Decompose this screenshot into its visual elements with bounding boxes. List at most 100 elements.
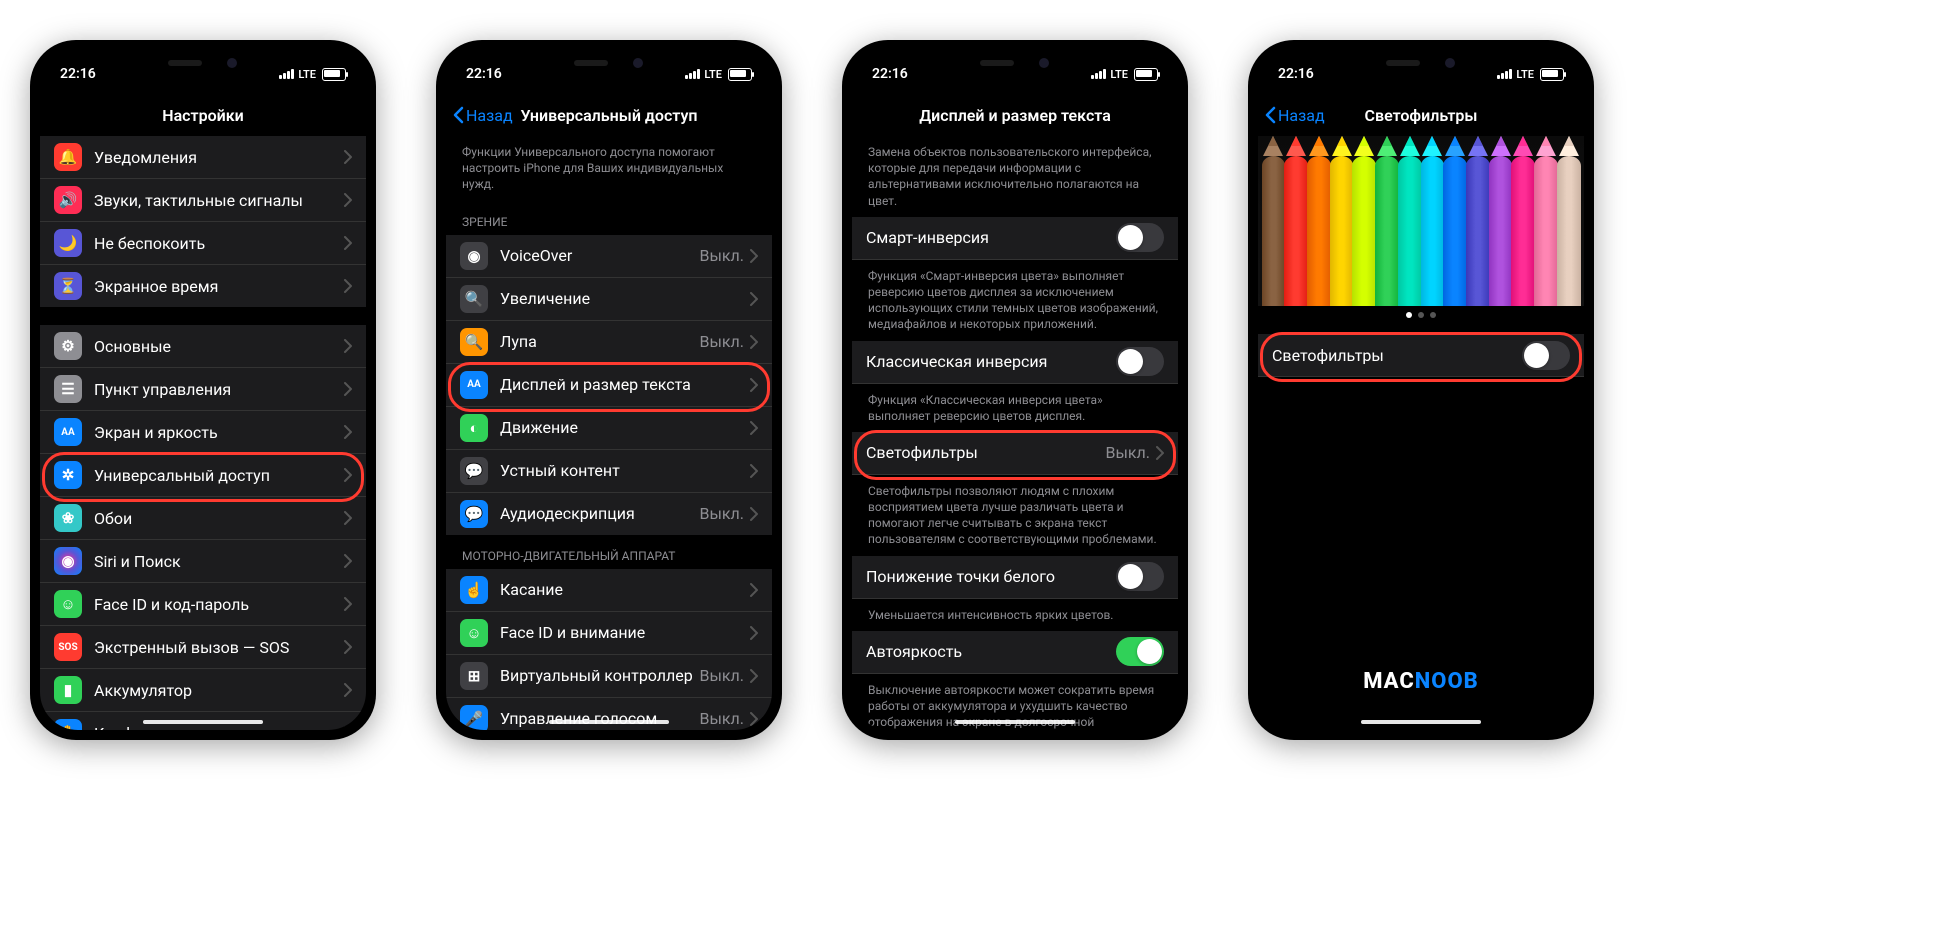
back-button[interactable]: Назад xyxy=(452,106,513,125)
notch xyxy=(935,50,1095,76)
row-label: Face ID и внимание xyxy=(500,623,750,642)
footer-text: Функция «Смарт-инверсия цвета» выполняет… xyxy=(852,260,1178,341)
row-icon: ◉ xyxy=(460,242,488,270)
row-icon: ⏳ xyxy=(54,272,82,300)
row-label: Основные xyxy=(94,337,344,356)
toggle-smart-inversion[interactable] xyxy=(1116,223,1164,252)
toggle-classic-inversion[interactable] xyxy=(1116,347,1164,376)
row-label: Устный контент xyxy=(500,461,750,480)
settings-row[interactable]: ⏳Экранное время xyxy=(40,265,366,307)
row-label: Касание xyxy=(500,580,750,599)
row-color-filters[interactable]: Светофильтры Выкл. xyxy=(852,432,1178,475)
nav-bar: Настройки xyxy=(40,94,366,136)
settings-row[interactable]: ☰Пункт управления xyxy=(40,368,366,411)
toggle-color-filters[interactable] xyxy=(1522,341,1570,370)
row-icon: 🔍 xyxy=(460,328,488,356)
settings-row[interactable]: ✲Универсальный доступ xyxy=(40,454,366,497)
row-label: Виртуальный контроллер xyxy=(500,666,699,685)
settings-row[interactable]: 🔊Звуки, тактильные сигналы xyxy=(40,179,366,222)
row-icon: 🔊 xyxy=(54,186,82,214)
pencil xyxy=(1466,156,1490,306)
status-time: 22:16 xyxy=(60,66,96,82)
page-dots[interactable] xyxy=(1258,306,1584,324)
back-button[interactable]: Назад xyxy=(1264,106,1325,125)
row-label: Движение xyxy=(500,418,750,437)
phone-2: 22:16 LTE Назад Универсальный доступ Фун… xyxy=(436,40,782,740)
row-label: Универсальный доступ xyxy=(94,466,344,485)
settings-row[interactable]: SOS Экстренный вызов — SOS xyxy=(40,626,366,669)
toggle-auto-brightness[interactable] xyxy=(1116,637,1164,666)
row-icon: 🔔 xyxy=(54,143,82,171)
row-icon: SOS xyxy=(54,633,82,661)
settings-row[interactable]: 💬 Устный контент xyxy=(446,450,772,493)
home-indicator[interactable] xyxy=(143,720,263,724)
pencil xyxy=(1557,156,1581,306)
row-label: Пункт управления xyxy=(94,380,344,399)
row-icon: ☺ xyxy=(460,619,488,647)
settings-row[interactable]: ◉VoiceOverВыкл. xyxy=(446,235,772,278)
row-label: Уведомления xyxy=(94,148,344,167)
chevron-right-icon xyxy=(750,249,758,263)
settings-row[interactable]: ◐Движение xyxy=(446,407,772,450)
row-label: Увеличение xyxy=(500,289,750,308)
pencil xyxy=(1352,156,1376,306)
row-label: Светофильтры xyxy=(866,443,1105,462)
footer-text: Замена объектов пользовательского интерф… xyxy=(852,136,1178,217)
pencil xyxy=(1421,156,1445,306)
status-time: 22:16 xyxy=(872,66,908,82)
settings-row[interactable]: AAДисплей и размер текста xyxy=(446,364,772,407)
pencil xyxy=(1511,156,1535,306)
settings-row[interactable]: 🔍Увеличение xyxy=(446,278,772,321)
settings-row[interactable]: 💬АудиодескрипцияВыкл. xyxy=(446,493,772,535)
row-icon: 💬 xyxy=(460,500,488,528)
settings-row[interactable]: ☝Касание xyxy=(446,569,772,612)
settings-row[interactable]: AAЭкран и яркость xyxy=(40,411,366,454)
chevron-right-icon xyxy=(344,683,352,697)
chevron-right-icon xyxy=(344,468,352,482)
carrier: LTE xyxy=(298,68,316,81)
row-icon: 💬 xyxy=(460,457,488,485)
chevron-right-icon xyxy=(344,279,352,293)
toggle-white-point[interactable] xyxy=(1116,562,1164,591)
settings-row[interactable]: ⊞Виртуальный контроллерВыкл. xyxy=(446,655,772,698)
settings-row[interactable]: 🎤Управление голосомВыкл. xyxy=(446,698,772,730)
settings-row[interactable]: ◉Siri и Поиск xyxy=(40,540,366,583)
home-indicator[interactable] xyxy=(549,720,669,724)
row-white-point[interactable]: Понижение точки белого xyxy=(852,556,1178,599)
row-color-filters-toggle[interactable]: Светофильтры xyxy=(1258,334,1584,377)
chevron-right-icon xyxy=(344,339,352,353)
chevron-right-icon xyxy=(344,425,352,439)
settings-row[interactable]: ⚙Основные xyxy=(40,325,366,368)
chevron-right-icon xyxy=(750,712,758,726)
footer-text: Уменьшается интенсивность ярких цветов. xyxy=(852,599,1178,631)
chevron-right-icon xyxy=(750,583,758,597)
row-label: Классическая инверсия xyxy=(866,352,1116,371)
settings-row[interactable]: 🌙Не беспокоить xyxy=(40,222,366,265)
pencil xyxy=(1534,156,1558,306)
row-label: Лупа xyxy=(500,332,699,351)
phone-4: 22:16 LTE Назад Светофильтры Светофильтр… xyxy=(1248,40,1594,740)
row-icon: AA xyxy=(54,418,82,446)
page-title: Дисплей и размер текста xyxy=(919,106,1111,125)
pencils-preview[interactable] xyxy=(1258,136,1584,306)
pencil xyxy=(1398,156,1422,306)
settings-row[interactable]: ❀Обои xyxy=(40,497,366,540)
row-classic-inversion[interactable]: Классическая инверсия xyxy=(852,341,1178,384)
home-indicator[interactable] xyxy=(955,720,1075,724)
chevron-right-icon xyxy=(344,554,352,568)
chevron-right-icon xyxy=(750,421,758,435)
settings-row[interactable]: ☺Face ID и код-пароль xyxy=(40,583,366,626)
home-indicator[interactable] xyxy=(1361,720,1481,724)
pencil xyxy=(1284,156,1308,306)
settings-row[interactable]: 🔔 Уведомления xyxy=(40,136,366,179)
row-label: Дисплей и размер текста xyxy=(500,375,750,394)
carrier: LTE xyxy=(704,68,722,81)
settings-row[interactable]: ☺ Face ID и внимание xyxy=(446,612,772,655)
row-smart-inversion[interactable]: Смарт-инверсия xyxy=(852,217,1178,260)
settings-row[interactable]: 🔍ЛупаВыкл. xyxy=(446,321,772,364)
settings-row[interactable]: ▮Аккумулятор xyxy=(40,669,366,712)
row-auto-brightness[interactable]: Автояркость xyxy=(852,631,1178,674)
chevron-right-icon xyxy=(750,292,758,306)
row-label: Face ID и код-пароль xyxy=(94,595,344,614)
row-label: Экстренный вызов — SOS xyxy=(94,638,344,657)
